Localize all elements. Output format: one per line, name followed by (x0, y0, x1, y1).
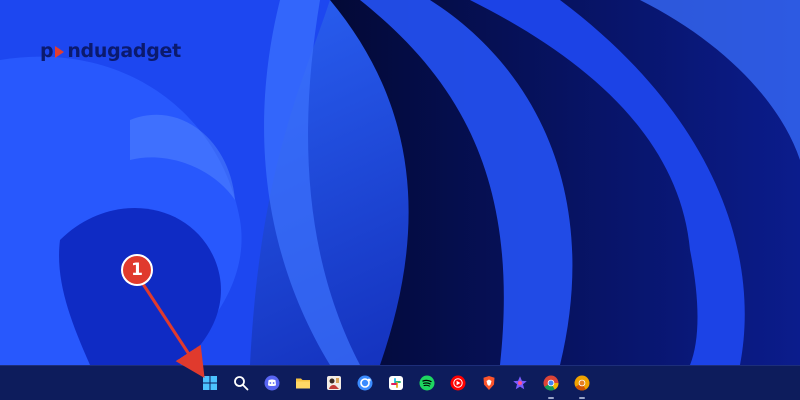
pandugadget-watermark: p ndugadget (40, 39, 181, 63)
youtube-music-icon (450, 375, 466, 391)
taskbar-app-sync[interactable] (353, 370, 377, 396)
taskbar-app-thumbnail[interactable] (322, 370, 346, 396)
taskbar-pinned-apps (198, 370, 594, 399)
taskbar-app-spotify[interactable] (415, 370, 439, 396)
search-icon (234, 376, 249, 391)
spotify-icon (419, 375, 435, 391)
taskbar-app-slack[interactable] (384, 370, 408, 396)
running-indicator (548, 397, 554, 399)
search-button[interactable] (229, 370, 253, 396)
watermark-prefix: p (40, 40, 54, 62)
folder-icon (296, 378, 310, 389)
windows-start-icon (203, 376, 217, 390)
taskbar-app-star[interactable] (508, 370, 532, 396)
running-indicator (579, 397, 585, 399)
sync-icon (357, 375, 373, 391)
brave-icon (483, 376, 495, 390)
app-thumbnail-icon (327, 376, 341, 390)
star-app-icon (513, 376, 527, 390)
taskbar-app-chrome[interactable] (539, 370, 563, 399)
slack-icon (389, 376, 403, 390)
step-number-badge: 1 (121, 254, 153, 286)
watermark-suffix: ndugadget (67, 40, 181, 62)
watermark-arrow-icon (54, 43, 66, 58)
start-button[interactable] (198, 370, 222, 396)
chrome-icon (543, 375, 559, 391)
taskbar-app-chrome-canary[interactable] (570, 370, 594, 399)
taskbar (0, 365, 800, 400)
watermark-text: p ndugadget (40, 40, 181, 62)
taskbar-app-brave[interactable] (477, 370, 501, 396)
discord-icon (264, 375, 280, 391)
taskbar-app-youtube-music[interactable] (446, 370, 470, 396)
taskbar-app-file-explorer[interactable] (291, 370, 315, 396)
chrome-canary-icon (574, 375, 590, 391)
taskbar-app-discord[interactable] (260, 370, 284, 396)
